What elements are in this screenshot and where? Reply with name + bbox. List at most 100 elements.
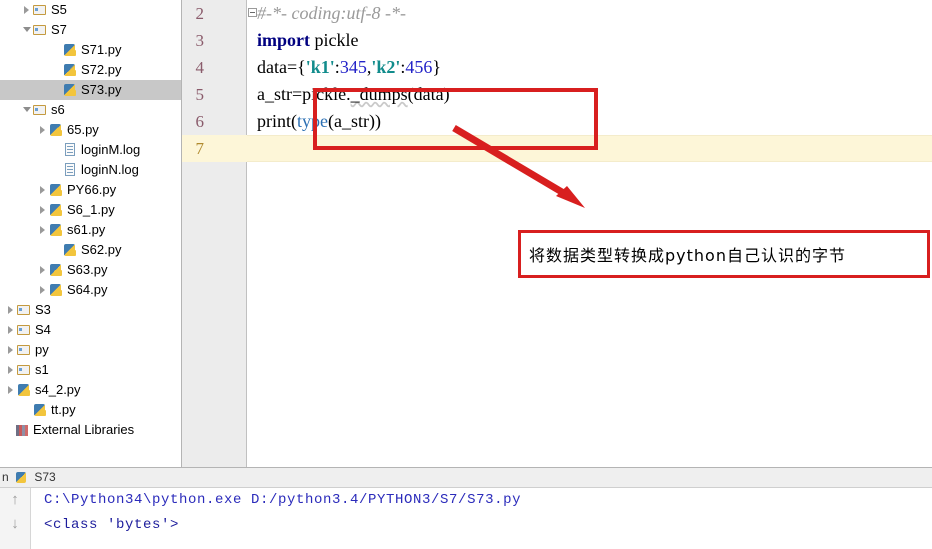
python-file-icon <box>49 280 64 300</box>
tree-item-s73-py[interactable]: S73.py <box>0 80 181 100</box>
chevron-right-icon[interactable] <box>38 120 49 140</box>
tree-item-s3[interactable]: S3 <box>0 300 181 320</box>
line-number: 3 <box>195 31 205 50</box>
chevron-right-icon[interactable] <box>38 180 49 200</box>
tree-item-tt-py[interactable]: tt.py <box>0 400 181 420</box>
project-sidebar[interactable]: S5 S7 S71.py S72.py S73.py s6 65.py loginM.log l… <box>0 0 182 467</box>
tree-item-s6-1-py[interactable]: S6_1.py <box>0 200 181 220</box>
code-line[interactable]: #-*- coding:utf-8 -*- <box>248 0 406 27</box>
tree-item-label: S63.py <box>67 262 108 277</box>
chevron-right-icon[interactable] <box>38 220 49 240</box>
scroll-up-icon[interactable]: ↑ <box>8 490 22 510</box>
tree-item-label: S5 <box>51 2 67 17</box>
folder-icon <box>17 300 32 320</box>
annotation-note-text: 将数据类型转换成python自己认识的字节 <box>529 246 846 265</box>
tree-item-label: s6 <box>51 102 65 117</box>
python-file-icon <box>49 260 64 280</box>
tree-item-s7[interactable]: S7 <box>0 20 181 40</box>
tree-item-65-py[interactable]: 65.py <box>0 120 181 140</box>
line-number: 5 <box>195 85 205 104</box>
tree-item-py[interactable]: py <box>0 340 181 360</box>
console-output[interactable]: C:\Python34\python.exe D:/python3.4/PYTH… <box>31 488 932 549</box>
tree-item-s71-py[interactable]: S71.py <box>0 40 181 60</box>
chevron-right-icon[interactable] <box>6 380 17 400</box>
tree-item-s62-py[interactable]: S62.py <box>0 240 181 260</box>
tree-item-s4-2-py[interactable]: s4_2.py <box>0 380 181 400</box>
chevron-down-icon[interactable] <box>22 100 33 120</box>
code-token: pickle <box>310 30 359 50</box>
tree-item-s6[interactable]: s6 <box>0 100 181 120</box>
code-token: } <box>432 57 441 77</box>
run-console-pane: n S73 ↑ ↓ C:\Python34\python.exe D:/pyth… <box>0 467 932 549</box>
code-token: data= <box>257 57 298 77</box>
code-fold-icon[interactable] <box>248 8 257 17</box>
tree-item-s61-py[interactable]: s61.py <box>0 220 181 240</box>
tree-item-label: s1 <box>35 362 49 377</box>
code-line[interactable]: data={'k1':345,'k2':456} <box>257 54 441 81</box>
tree-item-label: External Libraries <box>33 422 135 437</box>
tree-item-s5[interactable]: S5 <box>0 0 181 20</box>
code-line[interactable]: import pickle <box>257 27 358 54</box>
console-tab-s73[interactable]: n S73 <box>0 468 56 487</box>
log-file-icon <box>63 140 78 160</box>
scroll-down-icon[interactable]: ↓ <box>8 514 22 534</box>
code-token: 'k1' <box>305 57 335 77</box>
line-number: 6 <box>195 112 205 131</box>
console-tab-bar[interactable]: n S73 <box>0 468 932 488</box>
chevron-right-icon[interactable] <box>22 0 33 20</box>
code-token: 'k2' <box>371 57 401 77</box>
tree-item-label: S4 <box>35 322 51 337</box>
tree-item-label: S6_1.py <box>67 202 115 217</box>
code-token: 456 <box>405 57 433 77</box>
chevron-down-icon[interactable] <box>22 20 33 40</box>
tree-item-s4[interactable]: S4 <box>0 320 181 340</box>
line-number: 7 <box>195 139 205 158</box>
tree-item-label: S73.py <box>81 82 122 97</box>
python-file-icon <box>49 220 64 240</box>
tree-item-py66-py[interactable]: PY66.py <box>0 180 181 200</box>
tree-item-label: S7 <box>51 22 67 37</box>
code-token: #-*- coding:utf-8 -*- <box>257 3 406 23</box>
python-file-icon <box>17 380 32 400</box>
console-output-line: <class 'bytes'> <box>44 517 180 533</box>
folder-icon <box>33 100 48 120</box>
tree-item-external-libraries[interactable]: External Libraries <box>0 420 181 440</box>
tree-item-loginn-log[interactable]: loginN.log <box>0 160 181 180</box>
python-file-icon <box>15 468 28 487</box>
code-token: a_str= <box>257 84 303 104</box>
folder-icon <box>17 320 32 340</box>
chevron-right-icon[interactable] <box>6 320 17 340</box>
console-toolbar[interactable]: ↑ ↓ <box>0 488 31 549</box>
chevron-right-icon[interactable] <box>38 260 49 280</box>
tree-item-s1[interactable]: s1 <box>0 360 181 380</box>
code-highlight-box <box>313 88 598 150</box>
tree-item-label: s4_2.py <box>35 382 81 397</box>
line-number: 2 <box>195 4 205 23</box>
tree-item-s63-py[interactable]: S63.py <box>0 260 181 280</box>
chevron-right-icon[interactable] <box>38 280 49 300</box>
console-output-line: C:\Python34\python.exe D:/python3.4/PYTH… <box>44 492 522 508</box>
tree-item-s72-py[interactable]: S72.py <box>0 60 181 80</box>
python-file-icon <box>33 400 48 420</box>
chevron-right-icon[interactable] <box>38 200 49 220</box>
chevron-right-icon[interactable] <box>6 360 17 380</box>
tree-item-label: S62.py <box>81 242 122 257</box>
tree-item-loginm-log[interactable]: loginM.log <box>0 140 181 160</box>
tree-item-s64-py[interactable]: S64.py <box>0 280 181 300</box>
python-file-icon <box>63 80 78 100</box>
chevron-right-icon[interactable] <box>6 300 17 320</box>
chevron-right-icon[interactable] <box>6 340 17 360</box>
